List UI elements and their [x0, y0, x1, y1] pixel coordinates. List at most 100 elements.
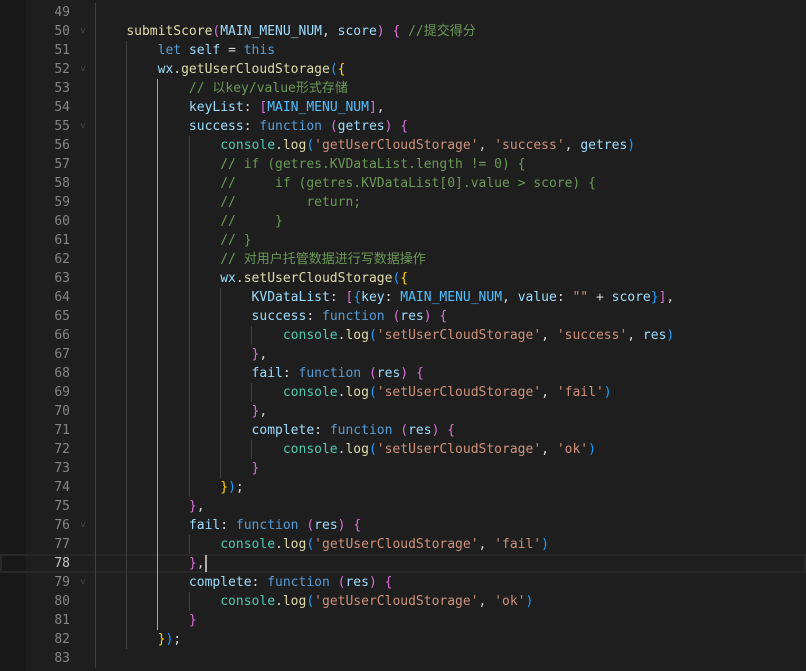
fold-chevron-icon[interactable]: ˅ — [80, 22, 86, 41]
code-line[interactable]: 83 — [0, 649, 806, 668]
code-line[interactable]: 80 console.log('getUserCloudStorage', 'o… — [0, 592, 806, 611]
code-token: = — [220, 43, 244, 58]
code-line[interactable]: 58 // if (getres.KVDataList[0].value > s… — [0, 174, 806, 193]
line-number: 71 — [54, 423, 70, 438]
code-line[interactable]: 61 // } — [0, 231, 806, 250]
code-token: 'success' — [494, 138, 565, 153]
code-token: // 以key/value形式存储 — [188, 81, 348, 96]
code-line[interactable]: 53 // 以key/value形式存储 — [0, 79, 806, 98]
code-text: // } — [95, 231, 251, 250]
code-token: , — [196, 499, 205, 514]
code-token: { — [447, 423, 456, 438]
code-text: }); — [95, 478, 244, 497]
code-line[interactable]: 57 // if (getres.KVDataList.length != 0)… — [0, 155, 806, 174]
code-line[interactable]: 73 } — [0, 459, 806, 478]
code-token: console — [220, 537, 276, 552]
code-line[interactable]: 76 ˅ fail: function (res) { — [0, 516, 806, 535]
code-line[interactable]: 55 ˅ success: function (getres) { — [0, 117, 806, 136]
code-token: : — [220, 518, 236, 533]
code-token: // return; — [220, 195, 362, 210]
code-text: KVDataList: [{key: MAIN_MENU_NUM, value:… — [95, 288, 675, 307]
code-line[interactable]: 82 }); — [0, 630, 806, 649]
code-line[interactable]: 63 wx.setUserCloudStorage({ — [0, 269, 806, 288]
code-line[interactable]: 72 console.log('setUserCloudStorage', 'o… — [0, 440, 806, 459]
code-token: } — [220, 480, 229, 495]
code-line[interactable]: 54 keyList: [MAIN_MENU_NUM], — [0, 98, 806, 117]
code-line[interactable]: 79 ˅ complete: function (res) { — [0, 573, 806, 592]
line-number: 79 — [54, 575, 70, 590]
code-token: ; — [235, 480, 244, 495]
fold-chevron-icon[interactable]: ˅ — [80, 60, 86, 79]
line-number: 67 — [54, 347, 70, 362]
code-line[interactable]: 81 } — [0, 611, 806, 630]
line-number: 68 — [54, 366, 70, 381]
code-text: // } — [95, 212, 283, 231]
code-token: res — [408, 423, 432, 438]
fold-chevron-icon[interactable]: ˅ — [80, 516, 86, 535]
code-line[interactable]: 64 KVDataList: [{key: MAIN_MENU_NUM, val… — [0, 288, 806, 307]
line-number: 56 — [54, 138, 70, 153]
line-number: 52 — [54, 62, 70, 77]
code-line[interactable]: 77 console.log('getUserCloudStorage', 'f… — [0, 535, 806, 554]
code-line[interactable]: 56 console.log('getUserCloudStorage', 's… — [0, 136, 806, 155]
code-text: // return; — [95, 193, 361, 212]
code-token: //提交得分 — [400, 24, 476, 39]
line-number: 75 — [54, 499, 70, 514]
code-line[interactable]: 70 }, — [0, 402, 806, 421]
code-token: , — [541, 385, 557, 400]
code-line[interactable]: 52 ˅ wx.getUserCloudStorage({ — [0, 60, 806, 79]
code-line[interactable]: 51 let self = this — [0, 41, 806, 60]
code-token: . — [235, 271, 244, 286]
code-text: console.log('setUserCloudStorage', 'succ… — [95, 326, 674, 345]
line-number: 81 — [54, 613, 70, 628]
code-token: log — [282, 537, 307, 552]
fold-chevron-icon[interactable]: ˅ — [80, 117, 86, 136]
code-token: } — [188, 499, 197, 514]
code-token: 'setUserCloudStorage' — [376, 442, 542, 457]
code-line[interactable]: 60 // } — [0, 212, 806, 231]
code-line[interactable]: 59 // return; — [0, 193, 806, 212]
code-text: }, — [95, 497, 205, 516]
code-line[interactable]: 74 }); — [0, 478, 806, 497]
code-token: res — [400, 309, 424, 324]
code-line[interactable]: 66 console.log('setUserCloudStorage', 's… — [0, 326, 806, 345]
code-token: ( — [368, 366, 377, 381]
code-text: }, — [95, 345, 268, 364]
code-line[interactable]: 67 }, — [0, 345, 806, 364]
code-token: } — [251, 461, 260, 476]
code-line[interactable]: 68 fail: function (res) { — [0, 364, 806, 383]
code-token: console — [220, 138, 276, 153]
code-token: success — [188, 119, 244, 134]
line-number: 60 — [54, 214, 70, 229]
code-token: getres — [337, 119, 385, 134]
code-line[interactable]: 65 success: function (res) { — [0, 307, 806, 326]
code-line[interactable]: 62 // 对用户托管数据进行写数据操作 — [0, 250, 806, 269]
code-token: // if (getres.KVDataList[0].value > scor… — [220, 176, 596, 191]
code-token: log — [282, 594, 307, 609]
code-editor[interactable]: 49 50 ˅ submitScore(MAIN_MENU_NUM, score) … — [0, 3, 806, 668]
line-number: 78 — [54, 556, 70, 571]
code-token: : — [243, 100, 260, 115]
code-token: submitScore — [126, 24, 213, 39]
line-number: 54 — [54, 100, 70, 115]
code-token: key — [361, 290, 385, 305]
code-text: complete: function (res) { — [95, 421, 456, 440]
line-number: 77 — [54, 537, 70, 552]
code-line[interactable]: 75 }, — [0, 497, 806, 516]
code-line[interactable]: 69 console.log('setUserCloudStorage', 'f… — [0, 383, 806, 402]
code-text: // 以key/value形式存储 — [95, 79, 348, 98]
code-token: ) — [525, 594, 534, 609]
code-token: ) — [400, 366, 409, 381]
line-number: 59 — [54, 195, 70, 210]
code-line[interactable]: 78 }, — [0, 554, 806, 573]
code-line[interactable]: 49 — [0, 3, 806, 22]
code-line[interactable]: 71 complete: function (res) { — [0, 421, 806, 440]
code-text: } — [95, 611, 197, 630]
code-token: ) — [376, 24, 385, 39]
code-line[interactable]: 50 ˅ submitScore(MAIN_MENU_NUM, score) { … — [0, 22, 806, 41]
fold-chevron-icon[interactable]: ˅ — [80, 573, 86, 592]
code-token: ( — [329, 62, 338, 77]
code-token: , — [627, 328, 643, 343]
